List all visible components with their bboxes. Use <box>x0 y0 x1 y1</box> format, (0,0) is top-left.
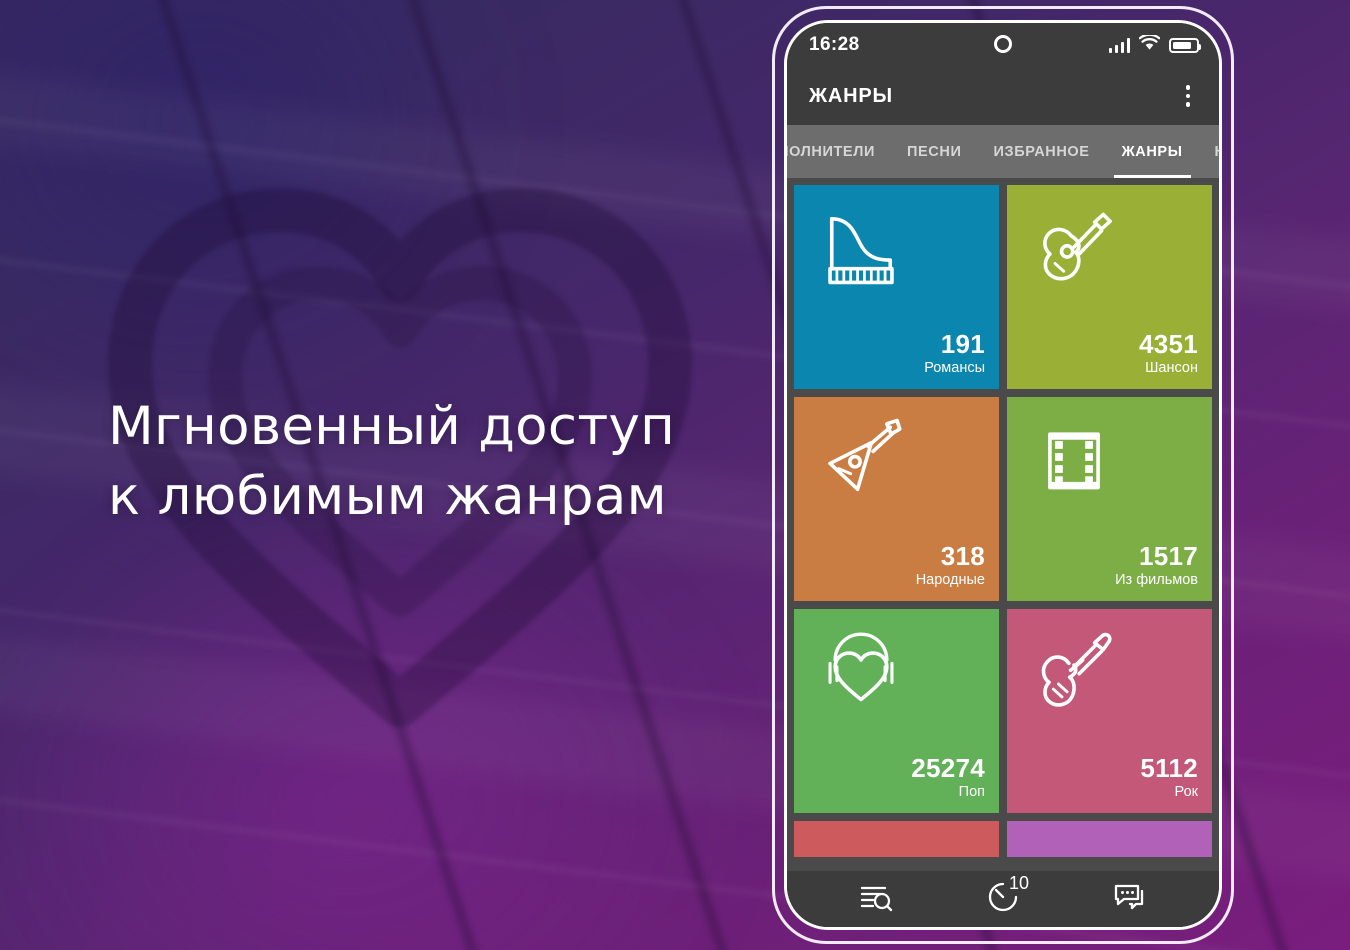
promo-headline: Мгновенный доступ к любимым жанрам <box>108 392 708 533</box>
tab-novinki[interactable]: НОВИ <box>1199 125 1220 178</box>
promo-headline-line2: к любимым жанрам <box>108 466 667 528</box>
genre-tile-shanson[interactable]: 4351 Шансон <box>1007 185 1212 389</box>
chat-bubble-icon[interactable] <box>1102 877 1158 917</box>
genre-grid: 191 Романсы 4351 Шансон 318 Народные 151… <box>794 185 1212 857</box>
genre-name: Поп <box>958 784 985 801</box>
genre-count: 25274 <box>911 752 985 783</box>
search-list-icon[interactable] <box>848 877 904 917</box>
bottom-navigation: 10 <box>787 871 1219 927</box>
grand-piano-icon <box>818 205 904 291</box>
wifi-icon <box>1138 33 1161 56</box>
genre-meta: 191 Романсы <box>812 328 985 377</box>
sleep-timer-icon[interactable]: 10 <box>975 873 1031 917</box>
genre-tile-partial-right[interactable] <box>1007 821 1212 857</box>
page-title: ЖАНРЫ <box>809 84 893 107</box>
genre-count: 191 <box>940 328 985 359</box>
promo-banner: Мгновенный доступ к любимым жанрам 16:28 <box>0 0 1350 950</box>
genre-grid-scroll[interactable]: 191 Романсы 4351 Шансон 318 Народные 151… <box>787 178 1219 871</box>
electric-guitar-icon <box>1031 629 1117 715</box>
heart-headphones-icon <box>818 629 904 715</box>
genre-meta: 5112 Рок <box>1025 752 1198 801</box>
genre-name: Народные <box>915 572 985 589</box>
signal-bars-icon <box>1108 37 1130 53</box>
sleep-timer-badge: 10 <box>1008 873 1030 893</box>
genre-name: Из фильмов <box>1115 572 1198 589</box>
balalaika-icon <box>818 417 904 503</box>
genre-name: Романсы <box>924 360 985 377</box>
genre-meta: 318 Народные <box>812 540 985 589</box>
tab-zhanry[interactable]: ЖАНРЫ <box>1106 125 1199 178</box>
tab-pesni[interactable]: ПЕСНИ <box>891 125 977 178</box>
genre-count: 1517 <box>1138 540 1198 571</box>
genre-count: 5112 <box>1140 752 1198 783</box>
genre-tile-pop[interactable]: 25274 Поп <box>794 609 999 813</box>
genre-tile-rok[interactable]: 5112 Рок <box>1007 609 1212 813</box>
genre-count: 4351 <box>1138 328 1198 359</box>
tab-ispolniteli[interactable]: СПОЛНИТЕЛИ <box>787 125 891 178</box>
kebab-menu-icon[interactable] <box>1175 81 1201 111</box>
tab-bar: СПОЛНИТЕЛИ ПЕСНИ ИЗБРАННОЕ ЖАНРЫ НОВИ <box>787 125 1219 178</box>
genre-meta: 1517 Из фильмов <box>1025 540 1198 589</box>
battery-icon <box>1169 37 1201 53</box>
tab-izbrannoe[interactable]: ИЗБРАННОЕ <box>977 125 1105 178</box>
status-bar: 16:28 <box>787 23 1219 67</box>
genre-tile-iz-filmov[interactable]: 1517 Из фильмов <box>1007 397 1212 601</box>
genre-name: Рок <box>1174 784 1198 801</box>
phone-screen: 16:28 ЖАНРЫ ОЛНИТЕЛИ ПЕСНИ ИЗБРАННОЕ ЖАН… <box>787 23 1219 927</box>
app-bar: ЖАНРЫ <box>787 67 1219 125</box>
genre-tile-romansy[interactable]: 191 Романсы <box>794 185 999 389</box>
genre-tile-narodnye[interactable]: 318 Народные <box>794 397 999 601</box>
promo-headline-line1: Мгновенный доступ <box>108 396 676 457</box>
film-strip-icon <box>1031 417 1117 503</box>
genre-meta: 25274 Поп <box>812 752 985 801</box>
front-camera-icon <box>994 35 1012 53</box>
phone-mockup: 16:28 ЖАНРЫ ОЛНИТЕЛИ ПЕСНИ ИЗБРАННОЕ ЖАН… <box>784 20 1222 930</box>
genre-count: 318 <box>940 540 985 571</box>
status-time: 16:28 <box>809 34 860 55</box>
status-indicators <box>1108 33 1201 56</box>
acoustic-guitar-icon <box>1031 205 1117 291</box>
genre-meta: 4351 Шансон <box>1025 328 1198 377</box>
genre-tile-partial-left[interactable] <box>794 821 999 857</box>
genre-name: Шансон <box>1145 360 1198 377</box>
